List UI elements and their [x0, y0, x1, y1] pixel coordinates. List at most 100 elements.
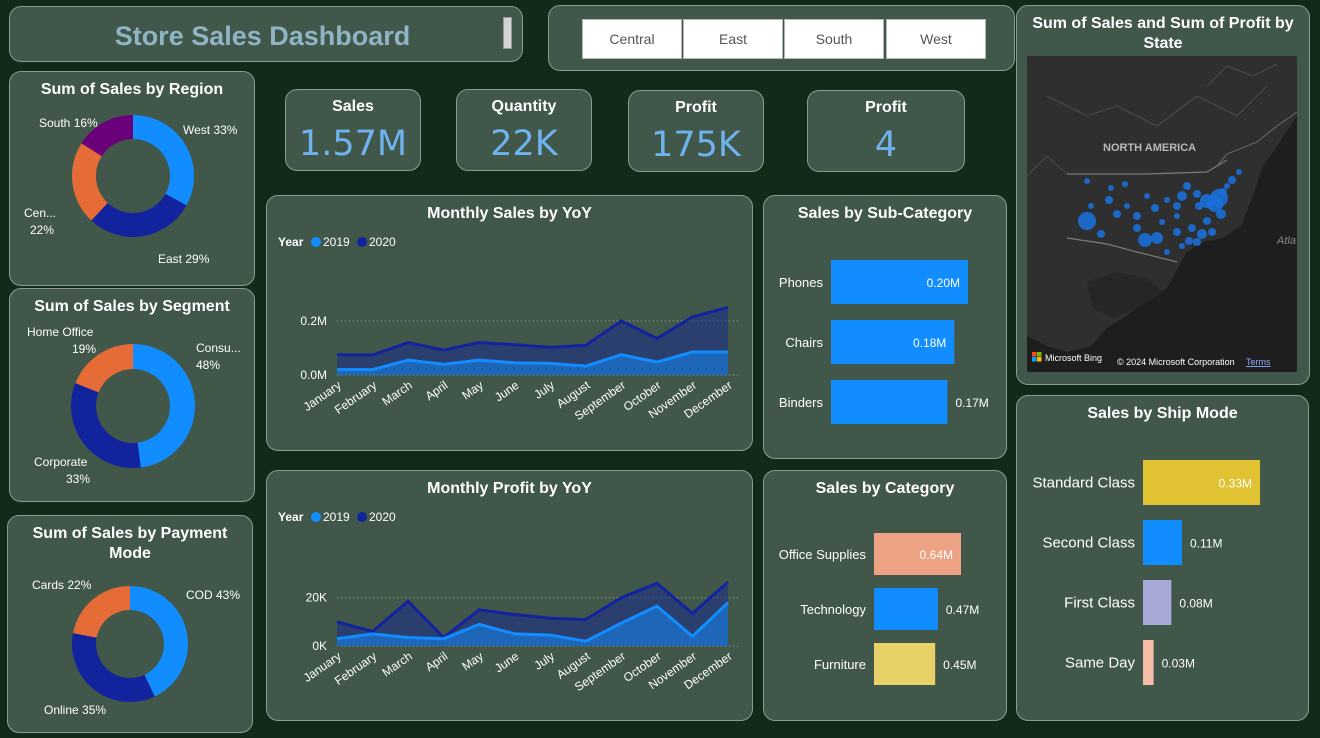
page-title: Store Sales Dashboard [114, 21, 411, 51]
donut-slice-cards[interactable] [73, 586, 130, 638]
state-bubble[interactable] [1185, 237, 1193, 245]
state-bubble[interactable] [1228, 176, 1236, 184]
state-bubble[interactable] [1219, 188, 1227, 196]
data-label: 0.03M [1162, 657, 1195, 671]
state-bubble[interactable] [1208, 228, 1216, 236]
state-bubble[interactable] [1183, 182, 1191, 190]
state-bubble[interactable] [1113, 210, 1121, 218]
state-bubble[interactable] [1105, 196, 1113, 204]
state-bubble[interactable] [1138, 233, 1152, 247]
state-bubble[interactable] [1173, 202, 1181, 210]
continent-label: NORTH AMERICA [1103, 142, 1196, 154]
bar[interactable] [831, 380, 948, 424]
slicer-option-east[interactable]: East [683, 19, 783, 59]
donut-slice-online[interactable] [72, 633, 155, 702]
state-bubble[interactable] [1164, 197, 1170, 203]
donut-slice-east[interactable] [91, 193, 187, 237]
state-bubble[interactable] [1124, 203, 1130, 209]
state-bubble[interactable] [1197, 229, 1207, 239]
state-bubble[interactable] [1133, 224, 1141, 232]
data-label: 0.20M [927, 276, 960, 290]
category-label: First Class [1064, 595, 1135, 612]
shipmode-bar-chart[interactable]: Standard Class 0.33M Second Class 0.11M Firs… [1017, 396, 1310, 722]
legend-marker-2020 [357, 237, 367, 247]
bar[interactable] [874, 643, 936, 685]
data-label: 0.18M [913, 336, 946, 350]
monthly-profit-chart[interactable]: Year 2019 2020 0K20KJanuaryFebruary March… [267, 471, 754, 722]
category-label: Chairs [785, 335, 823, 350]
category-label: Phones [779, 275, 824, 290]
slice-label: West 33% [183, 123, 238, 137]
monthly-sales-chart[interactable]: Year 2019 2020 0.0M0.2MJanuaryFebruary Ma… [267, 196, 754, 452]
state-bubble[interactable] [1084, 178, 1090, 184]
state-bubble[interactable] [1164, 249, 1170, 255]
legend-item-2019[interactable]: 2019 [323, 235, 350, 249]
state-bubble[interactable] [1108, 185, 1114, 191]
bar[interactable] [874, 588, 938, 630]
region-donut-chart[interactable]: West 33% East 29% Cen... 22% South 16% [10, 72, 256, 287]
state-bubble[interactable] [1151, 204, 1159, 212]
donut-slice-consumer[interactable] [133, 344, 196, 468]
state-bubble[interactable] [1188, 224, 1196, 232]
legend-title: Year [278, 235, 304, 249]
x-tick-label: June [492, 649, 522, 676]
payment-donut-chart[interactable]: COD 43% Online 35% Cards 22% [8, 516, 254, 734]
slicer-option-central[interactable]: Central [582, 19, 682, 59]
bar[interactable] [1143, 520, 1182, 565]
slice-label: East 29% [158, 252, 210, 266]
bing-logo-icon [1037, 357, 1042, 362]
state-map[interactable]: NORTH AMERICA Atla Microsoft Bing © 2024… [1027, 56, 1297, 372]
plot-area: 0.0M0.2MJanuaryFebruary March April May June… [300, 305, 738, 423]
legend-marker-2019 [311, 512, 321, 522]
legend-marker-2019 [311, 237, 321, 247]
state-bubble[interactable] [1133, 212, 1141, 220]
state-bubble[interactable] [1122, 181, 1128, 187]
state-bubble[interactable] [1216, 209, 1226, 219]
state-bubble[interactable] [1151, 232, 1163, 244]
bar[interactable] [1143, 640, 1154, 685]
slice-label: Home Office [27, 325, 94, 339]
state-bubble[interactable] [1173, 228, 1181, 236]
state-bubble[interactable] [1193, 238, 1201, 246]
legend-item-2020[interactable]: 2020 [369, 235, 396, 249]
state-bubble[interactable] [1144, 193, 1150, 199]
state-bubble[interactable] [1159, 219, 1165, 225]
state-bubble[interactable] [1174, 213, 1180, 219]
legend-item-2020[interactable]: 2020 [369, 510, 396, 524]
legend-title: Year [278, 510, 304, 524]
state-bubble[interactable] [1193, 190, 1201, 198]
kpi-value: 1.57M [298, 124, 408, 164]
kpi-sales: Sales 1.57M [285, 89, 421, 171]
state-bubble[interactable] [1203, 217, 1211, 225]
category-bar-chart[interactable]: Office Supplies 0.64M Technology 0.47M Furni… [764, 471, 1008, 722]
bing-logo-icon [1032, 357, 1037, 362]
state-bubble[interactable] [1177, 191, 1187, 201]
state-map-card: Sum of Sales and Sum of Profit by State … [1016, 5, 1310, 385]
slicer-option-south[interactable]: South [784, 19, 884, 59]
landmass [1027, 56, 1297, 352]
state-bubble[interactable] [1088, 203, 1094, 209]
map-terms-link[interactable]: Terms [1246, 357, 1271, 367]
x-tick-label: May [459, 649, 486, 673]
subcategory-bar-chart[interactable]: Phones 0.20M Chairs 0.18M Binders 0.17M [764, 196, 1008, 460]
bar[interactable] [1143, 580, 1172, 625]
state-bubble[interactable] [1224, 183, 1230, 189]
monthly-sales-card: Monthly Sales by YoY Year 2019 2020 0.0M… [266, 195, 753, 451]
segment-donut-chart[interactable]: Consu... 48% Corporate 33% Home Office 1… [10, 289, 256, 503]
bing-logo-icon [1037, 352, 1042, 357]
state-bubble[interactable] [1097, 230, 1105, 238]
kpi-label: Sales [332, 98, 374, 115]
category-label: Office Supplies [779, 547, 867, 562]
scroll-handle[interactable] [503, 17, 512, 49]
state-bubble[interactable] [1236, 169, 1242, 175]
legend-item-2019[interactable]: 2019 [323, 510, 350, 524]
state-bubble[interactable] [1179, 243, 1185, 249]
map-canvas[interactable]: NORTH AMERICA Atla Microsoft Bing © 2024… [1027, 56, 1297, 372]
shipmode-card: Sales by Ship Mode Standard Class 0.33M Se… [1016, 395, 1309, 721]
slicer-option-west[interactable]: West [886, 19, 986, 59]
kpi-quantity: Quantity 22K [456, 89, 592, 171]
x-tick-label: June [492, 378, 522, 405]
state-bubble[interactable] [1078, 212, 1096, 230]
x-tick-label: April [423, 378, 451, 403]
slice-label: COD 43% [186, 588, 240, 602]
